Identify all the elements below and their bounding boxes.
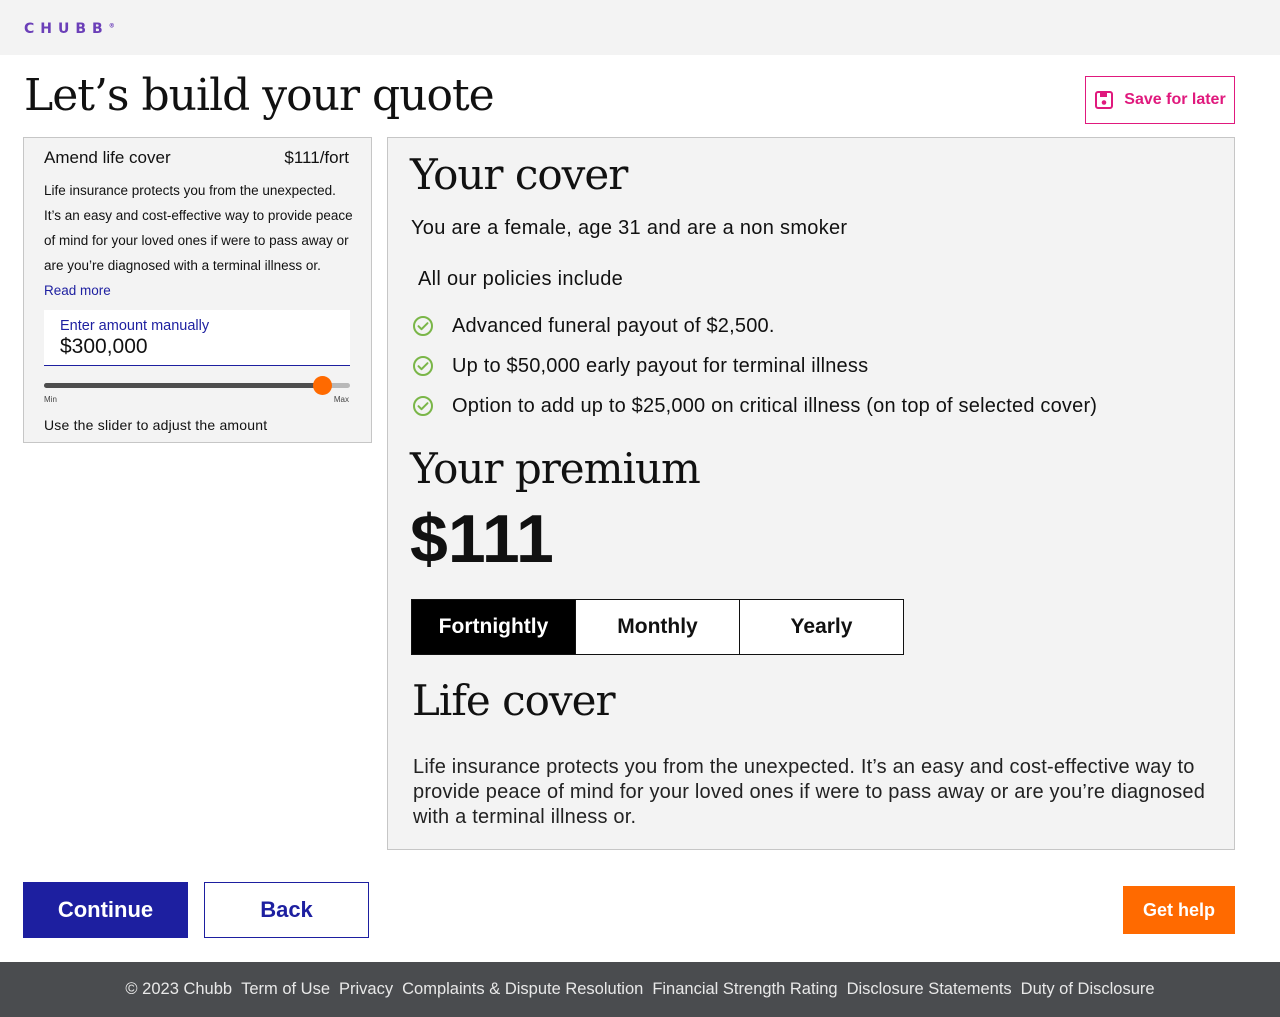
list-item: Advanced funeral payout of $2,500. [412,306,1097,346]
save-for-later-label: Save for later [1124,91,1226,108]
policy-text: Advanced funeral payout of $2,500. [452,314,775,337]
amend-cover-description: Life insurance protects you from the une… [44,178,354,303]
amend-cover-header: Amend life cover $111/fort [44,148,349,168]
premium-amount: $111 [410,501,554,577]
footer-link-duty-of-disclosure[interactable]: Duty of Disclosure [1021,980,1155,999]
life-cover-heading: Life cover [412,676,616,725]
frequency-yearly-button[interactable]: Yearly [739,599,904,655]
list-item: Option to add up to $25,000 on critical … [412,386,1097,426]
amount-field-label: Enter amount manually [60,318,210,334]
your-premium-heading: Your premium [410,444,701,493]
policy-text: Up to $50,000 early payout for terminal … [452,354,869,377]
footer-link-privacy[interactable]: Privacy [339,980,393,999]
footer-copyright: © 2023 Chubb [125,980,233,998]
payment-frequency-toggle: Fortnightly Monthly Yearly [411,599,904,655]
footer-link-terms[interactable]: Term of Use [241,980,330,999]
read-more-link[interactable]: Read more [44,283,111,298]
amend-cover-price: $111/fort [284,148,349,167]
save-for-later-button[interactable]: Save for later [1085,76,1235,124]
cover-profile-summary: You are a female, age 31 and are a non s… [411,217,848,239]
continue-button[interactable]: Continue [23,882,188,938]
check-circle-icon [413,396,433,416]
frequency-monthly-button[interactable]: Monthly [575,599,740,655]
page-title: Let’s build your quote [24,70,495,121]
slider-handle[interactable] [313,376,333,395]
logo-text: CHUBB [24,21,109,37]
slider-max-label: Max [333,395,349,404]
quote-summary-panel: Your cover You are a female, age 31 and … [387,137,1235,850]
slider-fill [44,383,323,388]
get-help-button[interactable]: Get help [1123,886,1235,934]
life-cover-description: Life insurance protects you from the une… [413,756,1206,828]
slider-min-label: Min [44,395,57,404]
registered-mark: ® [108,22,115,30]
slider-hint: Use the slider to adjust the amount [44,417,268,433]
check-circle-icon [413,316,433,336]
amend-description-text: Life insurance protects you from the une… [44,183,353,273]
top-bar: CHUBB® [0,0,1280,55]
amend-cover-panel: Amend life cover $111/fort Life insuranc… [23,137,372,443]
frequency-fortnightly-button[interactable]: Fortnightly [411,599,576,655]
policy-list: Advanced funeral payout of $2,500. Up to… [412,306,1097,426]
list-item: Up to $50,000 early payout for terminal … [412,346,1097,386]
footer-link-disclosure-statements[interactable]: Disclosure Statements [847,980,1012,999]
save-icon [1095,91,1114,109]
footer-link-financial-strength[interactable]: Financial Strength Rating [652,980,837,999]
amount-field-value[interactable]: $300,000 [60,334,350,360]
your-cover-heading: Your cover [410,150,628,199]
amount-field[interactable]: Enter amount manually $300,000 [44,310,350,366]
policy-text: Option to add up to $25,000 on critical … [452,394,1098,417]
amend-cover-title: Amend life cover [44,148,171,167]
chubb-logo[interactable]: CHUBB® [24,21,115,37]
cover-amount-slider[interactable] [44,376,350,395]
footer-link-complaints[interactable]: Complaints & Dispute Resolution [402,980,643,999]
back-button[interactable]: Back [204,882,369,938]
footer: © 2023 Chubb Term of Use Privacy Complai… [0,962,1280,1017]
policies-heading: All our policies include [418,268,624,290]
check-circle-icon [413,356,433,376]
